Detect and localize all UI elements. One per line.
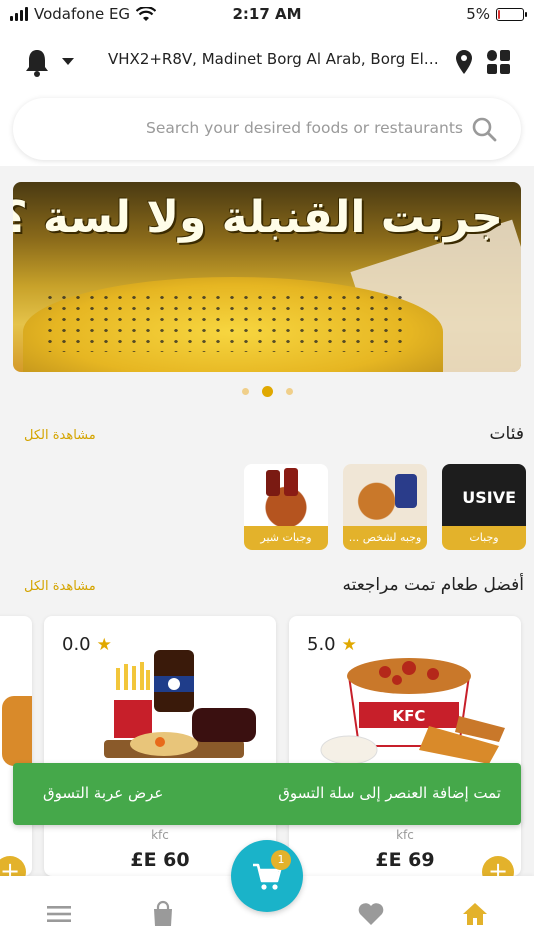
battery-percent: 5% [466, 5, 490, 23]
screen: Vodafone EG 2:17 AM 5% VHX2+R8V, Madinet… [0, 0, 534, 950]
bag-icon[interactable] [149, 900, 177, 928]
category-label: وجبات [442, 526, 526, 550]
top-reviewed-header: مشاهدة الكل أفضل طعام تمت مراجعته [24, 575, 524, 601]
chevron-down-icon[interactable] [62, 58, 74, 65]
menu-icon[interactable] [45, 900, 73, 928]
bell-icon[interactable] [24, 48, 50, 78]
home-icon[interactable] [461, 900, 489, 928]
snackbar-message: تمت إضافة العنصر إلى سلة التسوق [278, 784, 501, 802]
category-label: وجبه لشخص ... [343, 526, 427, 550]
search-input[interactable]: Search your desired foods or restaurants [146, 119, 463, 137]
carousel-indicator [0, 386, 534, 397]
product-image [104, 650, 256, 758]
top-reviewed-see-all-link[interactable]: مشاهدة الكل [24, 579, 96, 594]
categories-list: USIVE وجبات وجبه لشخص ... وجبات شير [0, 464, 534, 550]
search-bar[interactable]: Search your desired foods or restaurants [13, 98, 521, 160]
product-image [2, 696, 32, 766]
category-label: وجبات شير [244, 526, 328, 550]
categories-header: مشاهدة الكل فئات [24, 424, 524, 450]
promo-banner[interactable]: جربت القنبلة ولا لسة ؟ [13, 182, 521, 372]
categories-see-all-link[interactable]: مشاهدة الكل [24, 428, 96, 443]
top-reviewed-title: أفضل طعام تمت مراجعته [342, 575, 524, 595]
grid-menu-icon[interactable] [487, 50, 511, 74]
cart-count-badge: 1 [271, 850, 291, 870]
status-bar: Vodafone EG 2:17 AM 5% [0, 0, 534, 28]
carousel-dot[interactable] [241, 388, 249, 395]
location-pin-icon[interactable] [455, 50, 473, 74]
category-card[interactable]: USIVE وجبات [442, 464, 526, 550]
top-reviewed-list: 0.0 ★ kfc £E 60 5.0 ★ KFC kfc £E 69 [0, 616, 534, 876]
cart-button[interactable]: 1 [231, 840, 303, 912]
banner-seeds [43, 292, 403, 352]
product-brand: kfc [151, 828, 169, 842]
svg-text:KFC: KFC [393, 707, 426, 725]
banner-headline: جربت القنبلة ولا لسة ؟ [13, 192, 503, 243]
heart-icon[interactable] [357, 900, 385, 928]
product-image: KFC [320, 658, 505, 765]
category-image-text: USIVE [462, 488, 516, 507]
category-image: USIVE [442, 464, 526, 526]
product-brand: kfc [396, 828, 414, 842]
status-right: 5% [466, 5, 527, 23]
header: VHX2+R8V, Madinet Borg Al Arab, Borg El … [0, 28, 534, 166]
carousel-dot-active[interactable] [261, 386, 273, 397]
delivery-address[interactable]: VHX2+R8V, Madinet Borg Al Arab, Borg El … [108, 50, 440, 68]
snackbar: عرض عربة التسوق تمت إضافة العنصر إلى سلة… [13, 763, 521, 825]
battery-fill [498, 9, 500, 19]
carousel-dot[interactable] [285, 388, 293, 395]
search-icon[interactable] [471, 116, 497, 142]
product-card[interactable]: 0.0 ★ kfc £E 60 [44, 616, 276, 876]
battery-icon [496, 7, 527, 21]
category-image [343, 464, 427, 526]
product-card[interactable]: 5.0 ★ KFC kfc £E 69 [289, 616, 521, 876]
categories-title: فئات [489, 424, 524, 444]
category-image [244, 464, 328, 526]
category-card[interactable]: وجبه لشخص ... [343, 464, 427, 550]
clock: 2:17 AM [232, 5, 302, 23]
view-cart-action[interactable]: عرض عربة التسوق [43, 784, 163, 802]
product-card-partial[interactable] [0, 616, 32, 876]
category-card[interactable]: وجبات شير [244, 464, 328, 550]
